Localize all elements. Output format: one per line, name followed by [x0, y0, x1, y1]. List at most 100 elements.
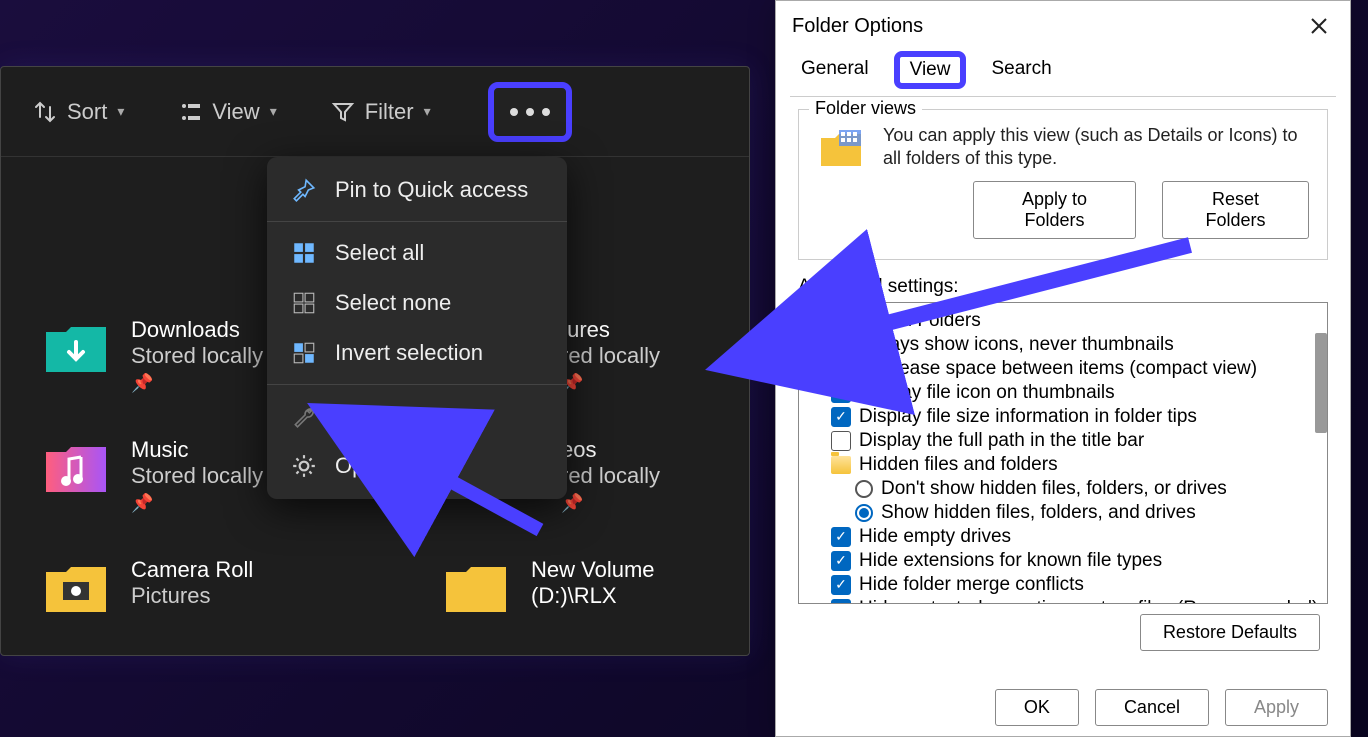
menu-item-label: Pin to Quick access [335, 177, 528, 203]
close-button[interactable] [1304, 11, 1334, 41]
checkbox[interactable]: ✓ [831, 575, 851, 595]
opt-display-file-icon[interactable]: ✓Display file icon on thumbnails [807, 381, 1319, 405]
menu-item-label: Select all [335, 240, 424, 266]
menu-invert-selection[interactable]: Invert selection [267, 328, 567, 378]
checkbox[interactable]: ✓ [831, 407, 851, 427]
opt-hide-empty-drives[interactable]: ✓Hide empty drives [807, 525, 1319, 549]
pin-icon: 📌 [131, 493, 263, 514]
folder-views-icon [817, 124, 865, 172]
opt-display-full-path[interactable]: Display the full path in the title bar [807, 429, 1319, 453]
radio[interactable] [855, 480, 873, 498]
folder-sub: red locally [561, 343, 660, 369]
wrench-icon [291, 403, 317, 429]
menu-item-label: Properties [335, 403, 435, 429]
folder-options-dialog: Folder Options General View Search Folde… [775, 0, 1351, 737]
opt-hide-merge-conflicts[interactable]: ✓Hide folder merge conflicts [807, 573, 1319, 597]
opt-hide-protected-os[interactable]: ✓Hide protected operating system files (… [807, 597, 1319, 604]
filter-icon [331, 100, 355, 124]
dot-icon [542, 108, 550, 116]
separator [267, 384, 567, 385]
chevron-down-icon: ▾ [424, 103, 431, 120]
menu-item-label: Options [335, 453, 411, 479]
checkbox[interactable] [831, 431, 851, 451]
filter-button[interactable]: Filter ▾ [319, 91, 443, 133]
opt-hide-extensions[interactable]: ✓Hide extensions for known file types [807, 549, 1319, 573]
chevron-down-icon: ▾ [270, 103, 277, 120]
tree-group-hidden: Hidden files and folders [807, 453, 1319, 477]
folder-downloads[interactable]: Downloads Stored locally 📌 [41, 317, 263, 394]
folder-pictures[interactable]: tures red locally 📌 [561, 317, 660, 394]
tab-bar: General View Search [776, 51, 1350, 97]
annotation-arrow [410, 450, 550, 545]
dot-icon [510, 108, 518, 116]
folder-name: tures [561, 317, 660, 343]
gear-icon [291, 453, 317, 479]
folder-icon [41, 557, 111, 617]
tab-general[interactable]: General [790, 51, 880, 89]
cancel-button[interactable]: Cancel [1095, 689, 1209, 726]
group-legend: Folder views [809, 98, 922, 119]
opt-dont-show-hidden[interactable]: Don't show hidden files, folders, or dri… [807, 477, 1319, 501]
menu-properties[interactable]: Properties [267, 391, 567, 441]
folder-camera-roll[interactable]: Camera Roll Pictures [41, 557, 253, 617]
menu-pin-to-quick-access[interactable]: Pin to Quick access [267, 165, 567, 215]
opt-show-hidden[interactable]: Show hidden files, folders, and drives [807, 501, 1319, 525]
folder-music[interactable]: Music Stored locally 📌 [41, 437, 263, 514]
filter-label: Filter [365, 99, 414, 125]
chevron-down-icon: ▾ [117, 103, 124, 120]
checkbox[interactable]: ✓ [831, 551, 851, 571]
close-icon [1310, 17, 1328, 35]
select-all-icon [291, 240, 317, 266]
ok-button[interactable]: OK [995, 689, 1079, 726]
menu-select-all[interactable]: Select all [267, 228, 567, 278]
view-label: View [212, 99, 259, 125]
folder-name: New Volume (D:)\RLX [531, 557, 729, 609]
tab-search[interactable]: Search [980, 51, 1062, 89]
checkbox[interactable] [831, 359, 851, 379]
opt-decrease-space[interactable]: Decrease space between items (compact vi… [807, 357, 1319, 381]
folder-icon [831, 456, 851, 474]
apply-button[interactable]: Apply [1225, 689, 1328, 726]
pin-icon: 📌 [131, 373, 263, 394]
dot-icon [526, 108, 534, 116]
tab-view[interactable]: View [894, 51, 967, 89]
tab-underline [790, 96, 1336, 97]
folder-sub: red locally [561, 463, 660, 489]
reset-folders-button[interactable]: Reset Folders [1162, 181, 1309, 239]
checkbox[interactable]: ✓ [831, 599, 851, 604]
sort-label: Sort [67, 99, 107, 125]
folder-icon [41, 437, 111, 497]
view-button[interactable]: View ▾ [166, 91, 288, 133]
explorer-toolbar: Sort ▾ View ▾ Filter ▾ [1, 67, 749, 157]
view-icon [178, 100, 202, 124]
folder-name: Camera Roll [131, 557, 253, 583]
opt-display-file-size[interactable]: ✓Display file size information in folder… [807, 405, 1319, 429]
menu-item-label: Invert selection [335, 340, 483, 366]
folder-sub: Stored locally [131, 463, 263, 489]
pin-icon: 📌 [561, 373, 660, 394]
annotation-arrow [800, 235, 1200, 360]
folder-videos[interactable]: eos red locally 📌 [561, 437, 660, 514]
more-button[interactable] [488, 82, 572, 142]
folder-name: eos [561, 437, 660, 463]
folder-name: Downloads [131, 317, 263, 343]
menu-item-label: Select none [335, 290, 451, 316]
folder-views-text: You can apply this view (such as Details… [883, 124, 1309, 171]
checkbox[interactable]: ✓ [831, 383, 851, 403]
folder-icon [441, 557, 511, 617]
sort-button[interactable]: Sort ▾ [21, 91, 136, 133]
scrollbar[interactable] [1315, 333, 1327, 433]
select-none-icon [291, 290, 317, 316]
explorer-window: Sort ▾ View ▾ Filter ▾ Pin to Quick acce… [0, 66, 750, 656]
restore-defaults-button[interactable]: Restore Defaults [1140, 614, 1320, 651]
apply-to-folders-button[interactable]: Apply to Folders [973, 181, 1136, 239]
folder-name: Music [131, 437, 263, 463]
folder-sub: Stored locally [131, 343, 263, 369]
separator [267, 221, 567, 222]
folder-new-volume[interactable]: New Volume (D:)\RLX [441, 557, 729, 617]
menu-select-none[interactable]: Select none [267, 278, 567, 328]
dialog-title: Folder Options [792, 15, 923, 38]
checkbox[interactable]: ✓ [831, 527, 851, 547]
radio[interactable] [855, 504, 873, 522]
context-menu: Pin to Quick access Select all Select no… [267, 157, 567, 499]
